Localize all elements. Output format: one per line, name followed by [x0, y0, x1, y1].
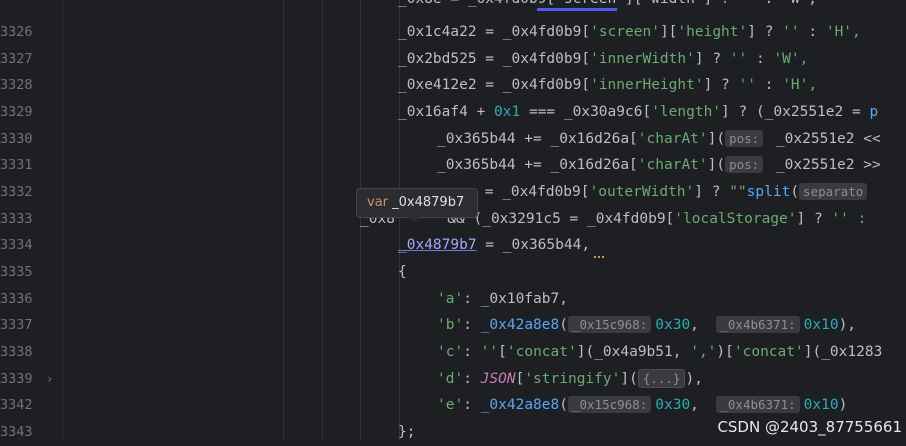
line-number: 3327	[0, 51, 33, 67]
hover-tooltip: var _0x4879b7	[356, 188, 478, 218]
line-number: 3333	[0, 211, 33, 227]
line-number: 3343	[0, 424, 33, 440]
parameter-hint: _0x4b6371:	[716, 396, 800, 413]
code-line: 'b': _0x42a8e8(_0x15c968: 0x30, _0x4b6371…	[437, 316, 857, 333]
variable-link[interactable]: _0x4879b7	[398, 237, 477, 253]
code-line: _0x8e = _0x4fd0b9['screen']['width'] ? '…	[398, 0, 817, 13]
code-line: _0x16af4 + 0x1 === _0x30a9c6['length'] ?…	[398, 104, 879, 120]
parameter-hint: pos:	[725, 156, 764, 173]
line-number: 3332	[0, 184, 33, 200]
gutter-divider	[62, 0, 63, 440]
line-number: 3326	[0, 24, 33, 40]
code-line: _0x365b44 += _0x16d26a['charAt'](pos: _0…	[437, 156, 881, 173]
line-number: 3339	[0, 371, 33, 387]
code-line: _0x1c4a22 = _0x4fd0b9['screen']['height'…	[398, 24, 861, 40]
line-number: 3338	[0, 344, 33, 360]
parameter-hint: _0x4b6371:	[716, 316, 800, 333]
code-line: _0xe412e2 = _0x4fd0b9['innerHeight'] ? '…	[398, 77, 818, 93]
code-line: _0x2bd525 = _0x4fd0b9['innerWidth'] ? ''…	[398, 51, 809, 67]
code-line: 'c': ''['concat'](_0x4a9b51, ',')['conca…	[437, 344, 883, 360]
line-number: 3335	[0, 264, 33, 280]
fold-chevron-icon[interactable]: ›	[46, 372, 53, 386]
code-line: {	[398, 264, 407, 280]
parameter-hint: pos:	[725, 130, 764, 147]
folded-region[interactable]: {...}	[637, 369, 686, 388]
line-number: 3342	[0, 397, 33, 413]
line-number: 3334	[0, 237, 33, 253]
line-number: 3337	[0, 317, 33, 333]
warning-squiggle	[594, 252, 604, 258]
code-line: 'e': _0x42a8e8(_0x15c968: 0x30, _0x4b6371…	[437, 396, 848, 413]
tooltip-arrow	[408, 217, 420, 223]
watermark: CSDN @2403_87755661	[717, 418, 902, 436]
code-line: _0x4879b7 = _0x365b44,	[398, 237, 591, 253]
code-line: _0x365b44 += _0x16d26a['charAt'](pos: _0…	[437, 130, 881, 147]
line-number: 3328	[0, 77, 33, 93]
code-line: 'd': JSON['stringify']({...}),	[437, 369, 703, 388]
parameter-hint: _0x15c968:	[567, 396, 652, 413]
line-number: 3329	[0, 104, 33, 120]
line-number: 3331	[0, 157, 33, 173]
code-line: 'a': _0x10fab7,	[437, 291, 568, 307]
parameter-hint: _0x15c968:	[567, 316, 652, 333]
indent-guide	[322, 0, 323, 440]
line-number: 3330	[0, 131, 33, 147]
indent-guide	[283, 0, 284, 440]
code-line: };	[398, 424, 416, 440]
line-number: 3336	[0, 291, 33, 307]
parameter-hint: separato	[799, 183, 868, 200]
code-line: = _0x4fd0b9['outerWidth'] ? ""split(sepa…	[476, 179, 871, 206]
